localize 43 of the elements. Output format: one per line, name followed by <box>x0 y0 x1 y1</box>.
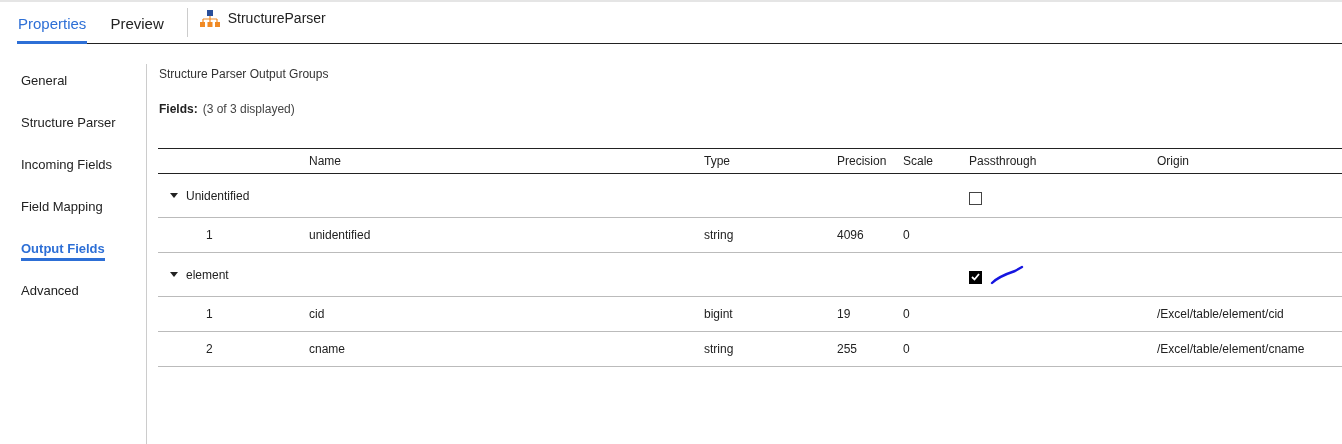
table-cell: 1 <box>206 228 213 242</box>
table-cell: bigint <box>704 307 733 321</box>
column-header: Name <box>309 154 341 168</box>
table-cell: 0 <box>903 307 910 321</box>
sidebar-item[interactable]: Field Mapping <box>21 198 103 219</box>
table-cell: string <box>704 342 734 356</box>
fields-label: Fields: <box>159 101 198 118</box>
table-cell: cname <box>309 342 346 356</box>
column-header: Origin <box>1157 154 1189 168</box>
sidebar-item[interactable]: General <box>21 72 68 93</box>
table-cell: 1 <box>206 307 213 321</box>
table-cell: /Excel/table/element/cname <box>1157 342 1305 356</box>
tab[interactable]: Properties <box>17 2 88 44</box>
caret-down-icon[interactable] <box>170 193 178 198</box>
sidebar-item[interactable]: Structure Parser <box>21 114 116 135</box>
checkbox[interactable] <box>969 270 982 284</box>
column-header: Passthrough <box>969 154 1037 168</box>
pen-stroke <box>990 263 1024 286</box>
table-cell: 0 <box>903 342 910 356</box>
table-cell: 2 <box>206 342 213 356</box>
group-label: element <box>186 266 229 284</box>
column-header: Precision <box>837 154 887 168</box>
sidebar-item[interactable]: Incoming Fields <box>21 156 113 177</box>
object-title: StructureParser <box>227 9 326 28</box>
table-cell: unidentified <box>309 228 371 242</box>
table-cell: string <box>704 228 734 242</box>
caret-down-icon[interactable] <box>170 272 178 277</box>
column-header: Scale <box>903 154 934 168</box>
table-cell: cid <box>309 307 325 321</box>
sidebar-item[interactable]: Advanced <box>21 282 79 303</box>
column-header: Type <box>704 154 730 168</box>
table-cell: 19 <box>837 307 851 321</box>
section-title: Structure Parser Output Groups <box>159 66 330 83</box>
table-cell: 0 <box>903 228 910 242</box>
sidebar-item[interactable]: Output Fields <box>21 240 105 261</box>
table-cell: /Excel/table/element/cid <box>1157 307 1284 321</box>
table-cell: 4096 <box>837 228 864 242</box>
table-cell: 255 <box>837 342 858 356</box>
tab[interactable]: Preview <box>109 2 165 44</box>
fields-count: (3 of 3 displayed) <box>202 101 295 118</box>
group-label: Unidentified <box>186 187 250 205</box>
hierarchy-icon <box>199 9 220 28</box>
checkbox[interactable] <box>969 191 982 205</box>
